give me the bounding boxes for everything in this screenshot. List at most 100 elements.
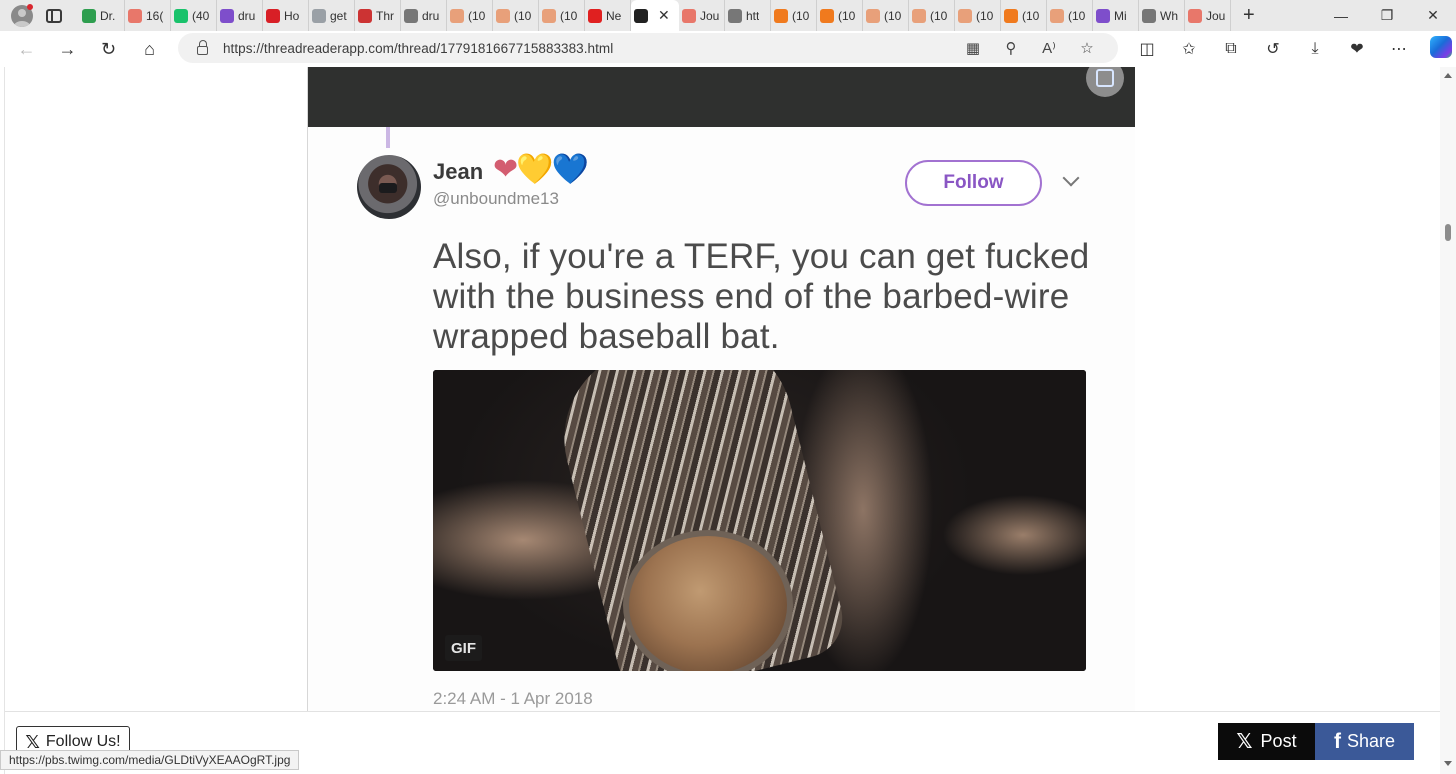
read-aloud-icon[interactable]: A⁾ [1030, 39, 1068, 57]
history-icon[interactable]: ↺ [1252, 39, 1294, 59]
downloads-icon[interactable]: ⤓ [1294, 40, 1336, 58]
minimize-icon[interactable]: — [1318, 8, 1364, 24]
avatar[interactable] [357, 155, 421, 219]
scroll-up-icon[interactable] [1444, 73, 1452, 78]
facebook-icon: f [1333, 729, 1341, 753]
browser-tab[interactable]: get [309, 0, 355, 31]
previous-media-image[interactable] [308, 67, 1135, 127]
facebook-share-button[interactable]: f Share [1315, 723, 1414, 760]
scroll-thumb[interactable] [1445, 224, 1451, 241]
tab-title: (10 [792, 8, 810, 23]
apps-icon[interactable]: ▦ [954, 39, 992, 57]
browser-tab[interactable]: (10 [493, 0, 539, 31]
tab-strip: Dr. 16((40 dru Ho get Thr dru (10 (10 (10 Ne ✕ Jou ht… [0, 0, 1456, 31]
extensions-icon[interactable]: ❤ [1336, 39, 1378, 59]
browser-tab[interactable]: (10 [1047, 0, 1093, 31]
youtube-icon [682, 8, 696, 23]
browser-tab[interactable]: (10 [771, 0, 817, 31]
tab-title: Jou [1206, 8, 1226, 23]
tab-title: Jou [700, 8, 720, 23]
browser-tab[interactable]: ✕ [631, 0, 679, 31]
address-bar[interactable]: https://threadreaderapp.com/thread/17791… [178, 33, 1118, 63]
browser-tab[interactable]: Thr [355, 0, 401, 31]
browser-tab[interactable]: (40 [171, 0, 217, 31]
close-window-icon[interactable]: ✕ [1410, 7, 1456, 24]
zoom-icon[interactable]: ⚲ [992, 39, 1030, 57]
x-logo-icon: 𝕏 [1236, 731, 1253, 753]
bi-icon [128, 8, 142, 23]
browser-tab[interactable]: htt [725, 0, 771, 31]
copilot-icon[interactable] [1420, 35, 1456, 63]
scrollbar[interactable] [1440, 67, 1456, 774]
favorite-star-icon[interactable]: ☆ [1068, 39, 1106, 57]
browser-tab[interactable]: Wh [1139, 0, 1185, 31]
new-tab-button[interactable]: + [1243, 4, 1255, 27]
lock-icon[interactable] [197, 39, 208, 55]
browser-tab[interactable]: dru [401, 0, 447, 31]
browser-tab[interactable]: (10 [539, 0, 585, 31]
forward-button[interactable]: → [47, 39, 88, 60]
back-button[interactable]: ← [6, 39, 47, 60]
user-handle[interactable]: @unboundme13 [433, 189, 559, 209]
browser-tab[interactable]: Dr. [79, 0, 125, 31]
split-screen-icon[interactable]: ◫ [1126, 39, 1168, 59]
browser-toolbar: ← → ↻ ⌂ https://threadreaderapp.com/thre… [0, 31, 1456, 67]
ds-icon [358, 8, 372, 23]
browser-tab[interactable]: Jou [1185, 0, 1231, 31]
tab-actions-icon[interactable] [46, 8, 62, 23]
favorites-icon[interactable]: ✩ [1168, 39, 1210, 59]
browser-tab[interactable]: (10 [955, 0, 1001, 31]
emoji-hearts: ❤ 💛 💙 [493, 153, 589, 186]
home-button[interactable]: ⌂ [129, 39, 170, 60]
visual-search-icon[interactable] [1086, 67, 1124, 97]
browser-tab[interactable]: (10 [817, 0, 863, 31]
status-bar-url: https://pbs.twimg.com/media/GLDtiVyXEAAO… [0, 750, 300, 770]
follow-button[interactable]: Follow [905, 160, 1042, 206]
bookmark-icon [1050, 8, 1064, 23]
tab-title: Ho [284, 8, 300, 23]
browser-tab[interactable]: Ho [263, 0, 309, 31]
browser-tab[interactable]: Mi [1093, 0, 1139, 31]
browser-tab[interactable]: (10 [863, 0, 909, 31]
bookmark-icon [450, 8, 464, 23]
gif-badge: GIF [445, 635, 482, 661]
notification-dot [27, 4, 33, 10]
bookmark-icon [912, 8, 926, 23]
tab-title: (10 [1068, 8, 1086, 23]
url-text[interactable]: https://threadreaderapp.com/thread/17791… [223, 41, 613, 56]
page-viewport: Jean ❤ 💛 💙 @unboundme13 Follow Also, if … [0, 67, 1456, 774]
chevron-down-icon[interactable] [1062, 169, 1080, 187]
scroll-down-icon[interactable] [1444, 761, 1452, 766]
browser-tab[interactable]: (10 [1001, 0, 1047, 31]
red-heart-icon: ❤ [493, 153, 519, 186]
tab-title: (40 [192, 8, 210, 23]
tab-title: Ne [606, 8, 622, 23]
yahoo-icon [1096, 8, 1110, 23]
user-name[interactable]: Jean [433, 159, 483, 185]
restore-icon[interactable]: ❐ [1364, 7, 1410, 24]
browser-tab[interactable]: Ne [585, 0, 631, 31]
play-icon [82, 8, 96, 23]
browser-tab[interactable]: Jou [679, 0, 725, 31]
browser-tab[interactable]: (10 [447, 0, 493, 31]
bookmark-icon [866, 8, 880, 23]
collections-icon[interactable]: ⧉ [1210, 40, 1252, 58]
post-button[interactable]: 𝕏 Post [1218, 723, 1315, 760]
close-tab-icon[interactable]: ✕ [658, 7, 670, 24]
bookmark-icon [958, 8, 972, 23]
tab-title: dru [238, 8, 256, 23]
more-menu-icon[interactable]: ⋯ [1378, 39, 1420, 59]
browser-tab[interactable]: 16( [125, 0, 171, 31]
tab-title: Thr [376, 8, 394, 23]
tr-icon [634, 8, 648, 23]
refresh-button[interactable]: ↻ [88, 39, 129, 60]
tab-title: Dr. [100, 8, 116, 23]
embedded-tweet: Jean ❤ 💛 💙 @unboundme13 Follow Also, if … [308, 127, 1135, 774]
bookmark-icon [820, 8, 834, 23]
tweet-gif[interactable]: GIF [433, 370, 1086, 671]
tab-title: (10 [976, 8, 994, 23]
tweet-timestamp[interactable]: 2:24 AM - 1 Apr 2018 [433, 689, 593, 709]
browser-tab[interactable]: (10 [909, 0, 955, 31]
tab-list: Dr. 16((40 dru Ho get Thr dru (10 (10 (10 Ne ✕ Jou ht… [79, 0, 1231, 31]
browser-tab[interactable]: dru [217, 0, 263, 31]
